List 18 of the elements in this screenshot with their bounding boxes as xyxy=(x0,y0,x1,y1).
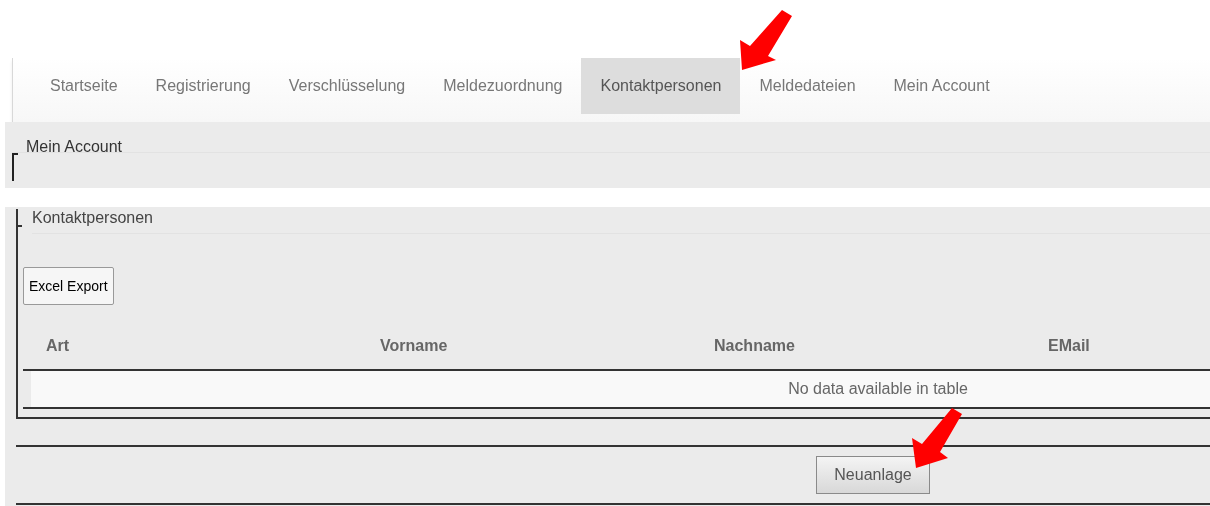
nav-tab[interactable]: Verschlüsselung xyxy=(269,58,425,114)
nav-tab[interactable]: Kontaktpersonen xyxy=(581,58,741,114)
new-entry-button[interactable]: Neuanlage xyxy=(816,456,930,494)
nav-tab[interactable]: Meldezuordnung xyxy=(424,58,582,114)
column-header[interactable]: Art xyxy=(46,337,70,354)
pointer-arrow-icon xyxy=(912,408,964,470)
empty-table-message: No data available in table xyxy=(788,379,968,399)
section-legend: Mein Account xyxy=(26,137,123,157)
nav-tab[interactable]: Registrierung xyxy=(136,58,270,114)
pointer-arrow-icon xyxy=(738,10,794,72)
nav-tab[interactable]: Startseite xyxy=(31,58,137,114)
section-legend: Kontaktpersonen xyxy=(32,209,153,227)
column-header[interactable]: Vorname xyxy=(380,337,448,354)
nav-tab[interactable]: Meldedateien xyxy=(740,58,875,114)
column-header[interactable]: Nachname xyxy=(714,337,795,354)
nav-tab[interactable]: Mein Account xyxy=(874,58,1009,114)
excel-export-button[interactable]: Excel Export xyxy=(23,267,114,305)
column-header[interactable]: EMail xyxy=(1048,337,1090,354)
